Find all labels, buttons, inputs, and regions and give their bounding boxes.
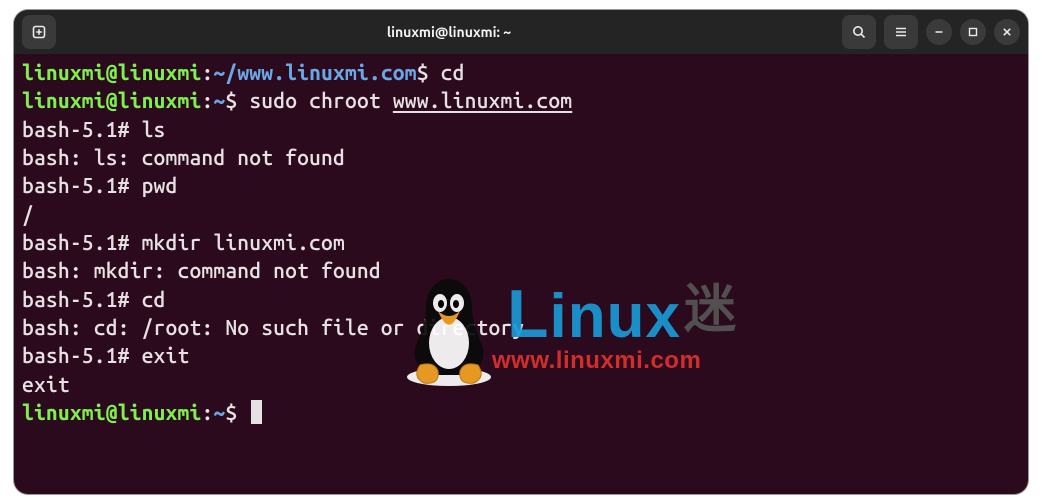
prompt-path: ~/www.linuxmi.com: [213, 60, 416, 84]
cursor: [251, 400, 262, 424]
search-button[interactable]: [842, 15, 876, 49]
close-button[interactable]: [994, 19, 1020, 45]
terminal-line: linuxmi@linuxmi:~$ sudo chroot www.linux…: [22, 86, 1020, 114]
prompt-host: linuxmi: [118, 60, 202, 84]
terminal-body[interactable]: linuxmi@linuxmi:~/www.linuxmi.com$ cd li…: [14, 54, 1028, 494]
terminal-line: bash-5.1# mkdir linuxmi.com: [22, 228, 1020, 256]
new-tab-button[interactable]: [22, 15, 56, 49]
terminal-line: bash: mkdir: command not found: [22, 256, 1020, 284]
terminal-line: bash-5.1# pwd: [22, 171, 1020, 199]
terminal-line: bash-5.1# ls: [22, 115, 1020, 143]
terminal-line: bash: ls: command not found: [22, 143, 1020, 171]
maximize-button[interactable]: [960, 19, 986, 45]
terminal-line: bash: cd: /root: No such file or directo…: [22, 313, 1020, 341]
hamburger-menu-button[interactable]: [884, 15, 918, 49]
terminal-line: /: [22, 200, 1020, 228]
command-text: cd: [441, 60, 465, 84]
minimize-button[interactable]: [926, 19, 952, 45]
terminal-line: exit: [22, 370, 1020, 398]
titlebar: linuxmi@linuxmi: ~: [14, 10, 1028, 54]
terminal-window: linuxmi@linuxmi: ~: [14, 10, 1028, 494]
terminal-line: bash-5.1# cd: [22, 285, 1020, 313]
command-arg-underlined: www.linuxmi.com: [393, 88, 572, 112]
prompt-user: linuxmi: [22, 60, 106, 84]
terminal-line: linuxmi@linuxmi:~/www.linuxmi.com$ cd: [22, 58, 1020, 86]
terminal-line: bash-5.1# exit: [22, 341, 1020, 369]
terminal-line: linuxmi@linuxmi:~$: [22, 398, 1020, 426]
window-title: linuxmi@linuxmi: ~: [64, 24, 834, 40]
